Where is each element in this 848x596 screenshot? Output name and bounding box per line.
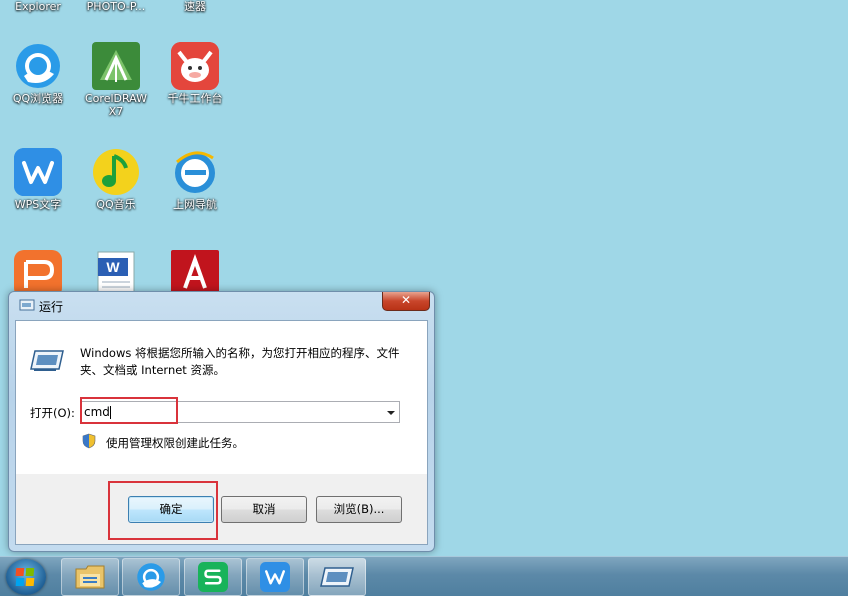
desktop-icon-photo[interactable]: PHOTO-P... <box>78 0 154 13</box>
desktop-icon-coreldraw[interactable]: CorelDRAW X7 <box>78 42 154 118</box>
admin-privileges-text: 使用管理权限创建此任务。 <box>106 436 244 450</box>
svg-text:W: W <box>106 259 120 275</box>
taskbar-wps-writer[interactable] <box>246 558 304 596</box>
wps-writer-icon <box>260 562 290 592</box>
run-dialog: 运行 ✕ Windows 将根据您所输入的名称，为您打开相应的程序、文件夹、文档… <box>8 291 435 552</box>
run-program-icon <box>320 567 354 587</box>
wps-writer-icon <box>14 148 62 196</box>
coreldraw-icon <box>92 42 140 90</box>
qianniu-icon <box>171 42 219 90</box>
run-icon <box>19 299 35 311</box>
taskbar-wps-spreadsheet[interactable] <box>184 558 242 596</box>
qq-music-icon <box>92 148 140 196</box>
dialog-body: Windows 将根据您所输入的名称，为您打开相应的程序、文件夹、文档或 Int… <box>15 320 428 545</box>
browse-button[interactable]: 浏览(B)... <box>316 496 402 523</box>
desktop-icon-wps-writer[interactable]: WPS文字 <box>0 148 76 211</box>
folder-icon <box>75 565 105 589</box>
cancel-button[interactable]: 取消 <box>221 496 307 523</box>
desktop-icon-ie[interactable]: 上网导航 <box>157 148 233 211</box>
wps-spreadsheet-icon <box>198 562 228 592</box>
desktop-icon-qianniu[interactable]: 千牛工作台 <box>157 42 233 105</box>
desktop-icon-label: 速器 <box>184 0 206 13</box>
chevron-down-icon[interactable] <box>387 411 395 415</box>
open-label: 打开(O): <box>30 406 75 420</box>
desktop-icon-label: 千牛工作台 <box>167 92 223 105</box>
taskbar-file-explorer[interactable] <box>61 558 119 596</box>
dialog-content-area <box>16 321 427 474</box>
taskbar-run[interactable] <box>308 558 366 596</box>
dialog-description: Windows 将根据您所输入的名称，为您打开相应的程序、文件夹、文档或 Int… <box>80 346 400 377</box>
desktop-icon-label: QQ音乐 <box>96 198 136 211</box>
qq-browser-icon <box>14 42 62 90</box>
internet-explorer-icon <box>171 148 219 196</box>
desktop-icon-label: WPS文字 <box>14 198 62 211</box>
desktop-icon-label: PHOTO-P... <box>86 0 146 13</box>
qq-browser-icon <box>137 563 165 591</box>
ok-highlight-box <box>108 481 218 540</box>
desktop-icon-explorer[interactable]: Explorer <box>0 0 76 13</box>
close-icon: ✕ <box>400 293 412 307</box>
windows-logo-icon <box>15 568 35 586</box>
desktop-icon-label: CorelDRAW X7 <box>85 92 147 118</box>
start-button[interactable] <box>6 559 46 595</box>
input-highlight-box <box>80 397 178 424</box>
close-button[interactable]: ✕ <box>382 292 430 311</box>
taskbar-qq-browser[interactable] <box>122 558 180 596</box>
desktop-icon-label: QQ浏览器 <box>12 92 64 105</box>
dialog-title: 运行 <box>39 300 64 314</box>
desktop-icon-qq-browser[interactable]: QQ浏览器 <box>0 42 76 105</box>
taskbar <box>0 556 848 596</box>
desktop-icon-label: 上网导航 <box>173 198 217 211</box>
shield-icon <box>82 433 96 449</box>
desktop-icon-accelerator[interactable]: 速器 <box>157 0 233 13</box>
run-program-icon <box>30 350 64 371</box>
desktop-icon-label: Explorer <box>15 0 61 13</box>
desktop-icon-qq-music[interactable]: QQ音乐 <box>78 148 154 211</box>
